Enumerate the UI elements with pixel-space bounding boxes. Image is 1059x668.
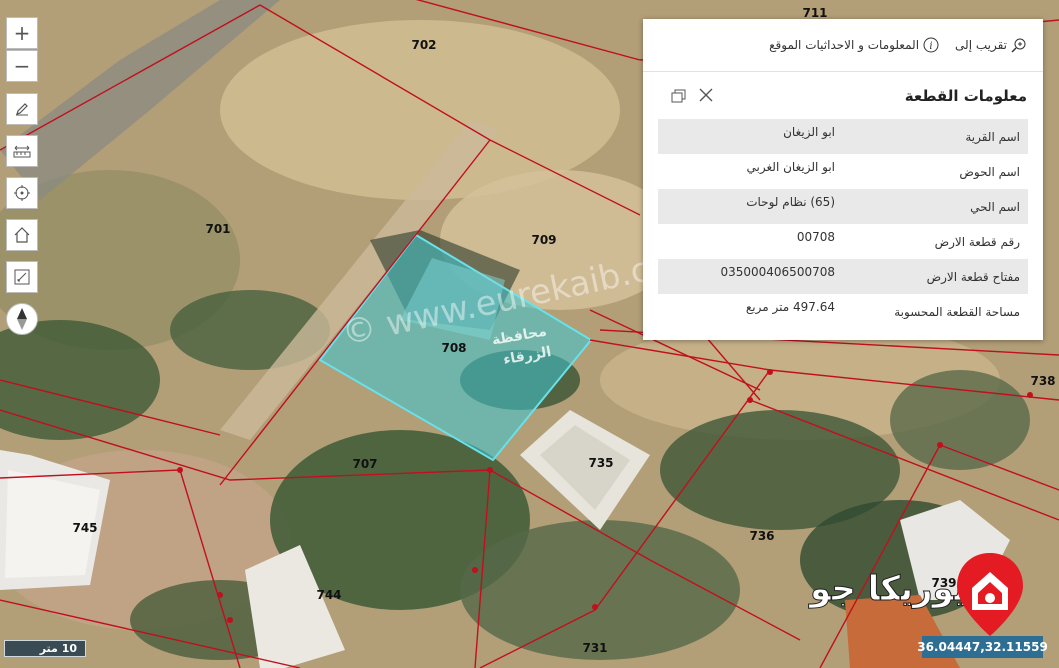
coordinates-text: 36.04447,32.11559 <box>917 640 1048 654</box>
home-button[interactable] <box>6 219 38 251</box>
panel-top-bar: تقريب إلى i المعلومات و الاحداثيات الموق… <box>643 19 1043 72</box>
info-row-label: رقم قطعة الارض <box>934 235 1020 249</box>
zoom-to-button[interactable]: تقريب إلى <box>955 37 1027 53</box>
draw-button[interactable] <box>6 93 38 125</box>
logo-text: يوريكا جو <box>808 569 967 609</box>
scale-bar: 10 متر <box>4 640 86 657</box>
info-row-label: اسم الحي <box>970 200 1020 214</box>
pencil-icon <box>16 103 28 116</box>
crosshair-icon <box>14 185 30 201</box>
parcel-label-731: 731 <box>582 641 607 655</box>
ruler-icon <box>13 145 31 158</box>
info-row: مساحة القطعة المحسوبة 497.64 متر مربع <box>658 294 1028 329</box>
panel-title: معلومات القطعة <box>904 87 1027 105</box>
panel-header: معلومات القطعة <box>643 72 1043 120</box>
info-coords-label: المعلومات و الاحداثيات الموقع <box>769 38 920 52</box>
info-row-value: 497.64 متر مربع <box>745 300 835 314</box>
svg-text:i: i <box>929 41 932 52</box>
eureka-jo-logo: يوريكا جو <box>808 553 1023 636</box>
compass-icon <box>17 308 27 330</box>
parcel-label-708: 708 <box>441 341 466 355</box>
locate-button[interactable] <box>6 177 38 209</box>
info-row: اسم القرية ابو الزيغان <box>658 119 1028 154</box>
edit-map-button[interactable] <box>6 261 38 293</box>
scale-label: 10 متر <box>39 642 77 655</box>
restore-icon <box>671 89 686 103</box>
info-icon: i <box>923 37 939 53</box>
parcel-label-735: 735 <box>588 456 613 470</box>
info-row-label: مفتاح قطعة الارض <box>926 270 1020 284</box>
info-row: اسم الحي (65) نظام لوحات <box>658 189 1028 224</box>
zoom-out-icon: − <box>13 54 31 78</box>
parcel-label-744: 744 <box>316 588 341 602</box>
info-row: رقم قطعة الارض 00708 <box>658 224 1028 259</box>
info-row: مفتاح قطعة الارض 035000406500708 <box>658 259 1028 294</box>
parcel-label-709: 709 <box>531 233 556 247</box>
zoom-in-icon: + <box>13 21 31 45</box>
close-button[interactable] <box>699 88 713 104</box>
parcel-label-707: 707 <box>352 457 377 471</box>
info-row-value: ابو الزيغان الغربي <box>746 160 835 174</box>
parcel-label-702: 702 <box>411 38 436 52</box>
info-row: اسم الحوض ابو الزيغان الغربي <box>658 154 1028 189</box>
parcel-info-panel: تقريب إلى i المعلومات و الاحداثيات الموق… <box>643 19 1043 340</box>
info-row-label: اسم الحوض <box>959 165 1020 179</box>
zoom-in-button[interactable]: + <box>6 17 38 49</box>
info-row-value: (65) نظام لوحات <box>746 195 835 209</box>
parcel-label-711: 711 <box>802 6 827 20</box>
parcel-label-736: 736 <box>749 529 774 543</box>
restore-button[interactable] <box>671 88 687 104</box>
info-row-value: 00708 <box>796 230 835 244</box>
info-row-label: مساحة القطعة المحسوبة <box>894 305 1020 319</box>
parcel-info-table: اسم القرية ابو الزيغان اسم الحوض ابو الزيغ… <box>658 119 1028 329</box>
info-coords-button[interactable]: i المعلومات و الاحداثيات الموقع <box>769 37 939 53</box>
info-row-value: 035000406500708 <box>720 265 835 279</box>
info-row-label: اسم القرية <box>965 130 1020 144</box>
zoom-to-label: تقريب إلى <box>955 38 1007 52</box>
edit-map-icon <box>14 269 30 285</box>
zoom-plus-icon <box>1011 38 1026 53</box>
zoom-out-button[interactable]: − <box>6 50 38 82</box>
parcel-label-701: 701 <box>205 222 230 236</box>
home-icon <box>14 227 30 243</box>
info-row-value: ابو الزيغان <box>783 125 835 139</box>
coordinates-readout: 36.04447,32.11559 <box>917 636 1048 658</box>
close-icon <box>699 88 713 102</box>
parcel-label-745: 745 <box>72 521 97 535</box>
parcel-label-738: 738 <box>1030 374 1055 388</box>
compass-button[interactable] <box>6 303 38 335</box>
measure-button[interactable] <box>6 135 38 167</box>
